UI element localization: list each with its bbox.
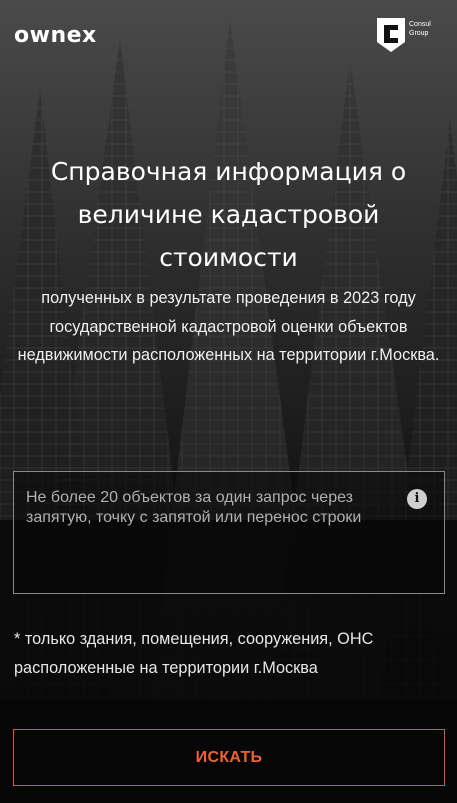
consul-shield-icon bbox=[377, 18, 405, 52]
ownex-logo-text: ownex bbox=[14, 23, 97, 48]
cadastral-number-input[interactable] bbox=[26, 488, 396, 583]
page-title: Справочная информация о величине кадастр… bbox=[50, 157, 407, 272]
hero: Справочная информация о величине кадастр… bbox=[0, 150, 457, 370]
header: ownex Consul Group bbox=[0, 0, 457, 75]
page: ownex Consul Group Справочная информация… bbox=[0, 0, 457, 803]
objects-note: * только здания, помещения, сооружения, … bbox=[14, 630, 374, 677]
ownex-logo[interactable]: ownex bbox=[14, 24, 97, 48]
page-subtitle: полученных в результате проведения в 202… bbox=[17, 289, 440, 364]
info-circle-icon[interactable]: i bbox=[407, 489, 427, 509]
consul-group-label: Consul Group bbox=[409, 21, 431, 37]
search-button[interactable]: ИСКАТЬ bbox=[13, 729, 445, 786]
consul-group-logo[interactable]: Consul Group bbox=[377, 18, 441, 58]
cadastral-number-input-box: i bbox=[13, 471, 445, 594]
